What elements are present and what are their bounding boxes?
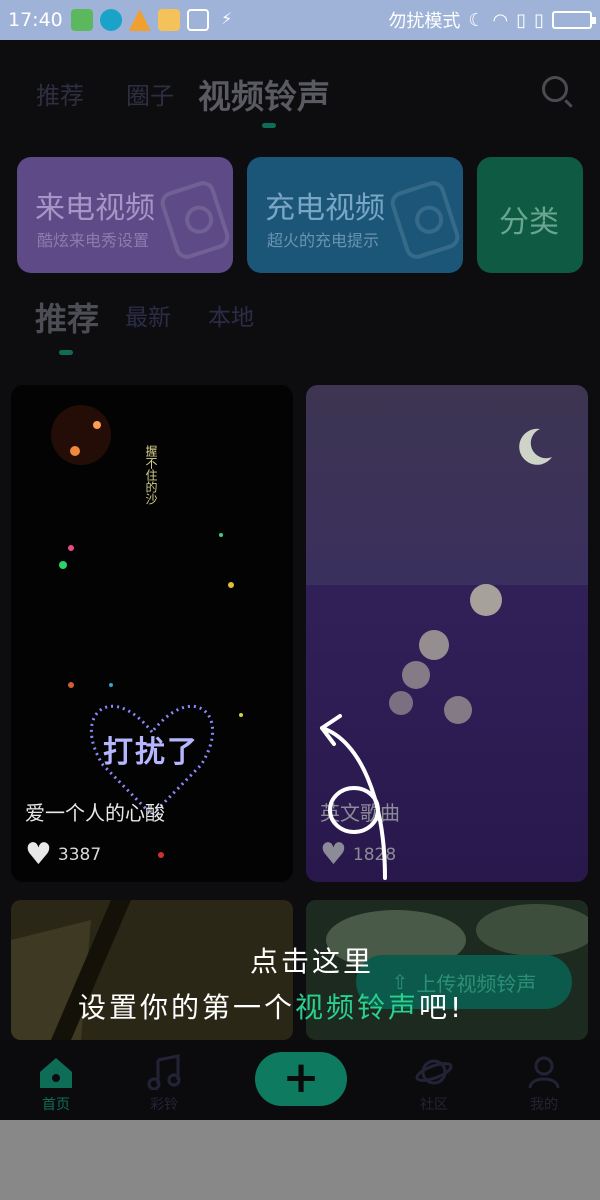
battery-icon bbox=[552, 11, 596, 29]
guide-text-highlight: 视频铃声 bbox=[295, 991, 420, 1024]
cleaner-icon bbox=[186, 9, 209, 31]
planet-icon bbox=[415, 1059, 453, 1085]
category-title: 分类 bbox=[499, 205, 559, 240]
heart-icon: ♥ bbox=[25, 837, 52, 872]
like-number: 1828 bbox=[352, 845, 397, 865]
create-plus-button[interactable]: + bbox=[255, 1052, 347, 1106]
video-card-1[interactable]: 握不住的沙 打扰了 爱一个人的心酸 ♥ 3387 bbox=[11, 385, 293, 882]
store-icon bbox=[70, 9, 93, 31]
usb-icon: ⚡ bbox=[221, 9, 233, 28]
nav-label: 社区 bbox=[420, 1097, 448, 1113]
app-screen: 推荐 圈子 视频铃声 来电视频 酷炫来电秀设置 充电视频 超火的充电提示 分类 … bbox=[0, 40, 600, 1120]
tab-indicator bbox=[262, 123, 276, 128]
top-nav: 推荐 圈子 视频铃声 bbox=[0, 40, 600, 140]
status-time: 17:40 bbox=[8, 9, 63, 31]
dnd-mode-label: 勿扰模式 bbox=[388, 11, 461, 32]
subtab-indicator bbox=[59, 350, 73, 355]
heart-icon: ♥ bbox=[320, 837, 347, 872]
tab-circle[interactable]: 圈子 bbox=[126, 76, 174, 111]
nav-community[interactable]: 社区 bbox=[394, 1054, 474, 1114]
category-subtitle: 酷炫来电秀设置 bbox=[37, 231, 150, 250]
music-note-icon bbox=[147, 1054, 181, 1090]
like-number: 3387 bbox=[57, 845, 102, 865]
signal-icon: ▯ bbox=[516, 9, 527, 31]
search-icon[interactable] bbox=[542, 76, 568, 102]
category-title: 充电视频 bbox=[265, 191, 385, 226]
like-count[interactable]: ♥ 3387 bbox=[25, 840, 101, 870]
category-subtitle: 超火的充电提示 bbox=[267, 231, 380, 250]
folder-icon bbox=[157, 9, 180, 31]
category-card-classify[interactable]: 分类 bbox=[477, 157, 583, 273]
guide-text-line2: 设置你的第一个视频铃声吧! bbox=[78, 986, 464, 1026]
signal2-icon: ▯ bbox=[534, 9, 544, 31]
nav-home[interactable]: 首页 bbox=[16, 1054, 96, 1114]
subtab-local[interactable]: 本地 bbox=[208, 298, 254, 332]
category-card-call-video[interactable]: 来电视频 酷炫来电秀设置 bbox=[17, 157, 233, 273]
home-icon bbox=[40, 1058, 72, 1088]
user-icon bbox=[528, 1056, 560, 1089]
poem-text: 握不住的沙 bbox=[144, 444, 158, 505]
nav-ringtone[interactable]: 彩铃 bbox=[124, 1054, 204, 1114]
sync-icon bbox=[99, 9, 122, 31]
subtab-latest[interactable]: 最新 bbox=[125, 298, 171, 332]
guide-text-suffix: 吧! bbox=[419, 991, 465, 1024]
status-bar: 17:40 ⚡ 勿扰模式 ☾ ◠ ▯ ▯ bbox=[0, 0, 600, 40]
guide-text-prefix: 设置你的第一个 bbox=[78, 991, 296, 1024]
video-title: 爱一个人的心酸 bbox=[25, 801, 165, 825]
nav-mine[interactable]: 我的 bbox=[504, 1054, 584, 1114]
tab-video-ringtone[interactable]: 视频铃声 bbox=[198, 70, 330, 118]
moon-icon: ☾ bbox=[468, 9, 485, 31]
subtab-recommend[interactable]: 推荐 bbox=[35, 294, 99, 340]
nav-label: 我的 bbox=[530, 1097, 558, 1113]
nav-label: 首页 bbox=[42, 1097, 70, 1113]
phone-icon bbox=[157, 178, 233, 262]
guide-text-line1: 点击这里 bbox=[250, 945, 375, 978]
video-title: 英文歌曲 bbox=[320, 801, 400, 825]
bottom-nav: 首页 彩铃 + 社区 我的 bbox=[0, 1040, 600, 1120]
warning-icon bbox=[128, 9, 151, 31]
nav-label: 彩铃 bbox=[150, 1097, 178, 1113]
category-card-charge-video[interactable]: 充电视频 超火的充电提示 bbox=[247, 157, 463, 273]
like-count[interactable]: ♥ 1828 bbox=[320, 840, 396, 870]
category-title: 来电视频 bbox=[35, 191, 155, 226]
video-card-2[interactable]: 英文歌曲 ♥ 1828 bbox=[306, 385, 588, 882]
video-overlay-text: 打扰了 bbox=[103, 735, 199, 770]
battery-charge-icon bbox=[387, 178, 463, 262]
wifi-icon: ◠ bbox=[492, 9, 509, 31]
tab-recommend[interactable]: 推荐 bbox=[36, 76, 84, 111]
